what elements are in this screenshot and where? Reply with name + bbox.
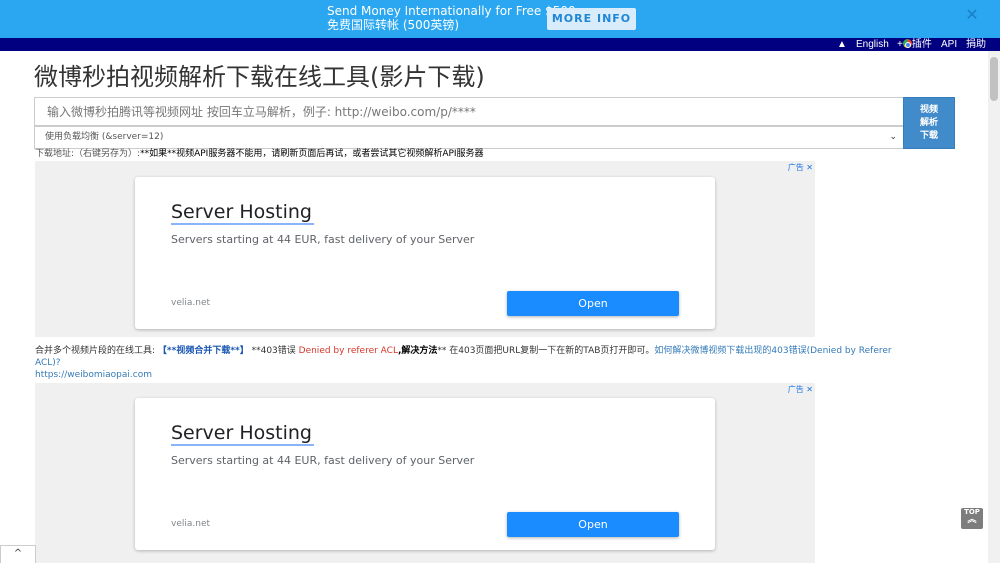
- solution-label: ,解决方法: [397, 346, 438, 356]
- nav-api-link[interactable]: API: [941, 38, 957, 51]
- ad-title-underline: [171, 444, 314, 446]
- nav-english-link[interactable]: English: [856, 38, 889, 51]
- chevron-up-icon: ^: [13, 548, 23, 559]
- bottom-expand-tab[interactable]: ^: [0, 545, 36, 563]
- merge-prefix: 合并多个视频片段的在线工具:: [35, 346, 158, 356]
- promo-line-1: Send Money Internationally for Free $500: [327, 4, 576, 18]
- download-note: **如果**视频API服务器不能用，请刷新页面后再试，或者尝试其它视频解析API…: [140, 149, 484, 159]
- page-title: 微博秒拍视频解析下载在线工具(影片下载): [34, 63, 485, 91]
- nav-extension-label: 插件: [911, 39, 932, 50]
- chrome-icon: [902, 39, 912, 48]
- parse-download-button[interactable]: 视频 解析 下载: [903, 97, 955, 149]
- chevron-down-icon: ⌄: [889, 132, 897, 142]
- page-scrollbar[interactable]: [988, 51, 1000, 563]
- back-to-top-button[interactable]: TOP ︽: [961, 508, 983, 529]
- promo-banner: Send Money Internationally for Free $500…: [0, 0, 1000, 47]
- parse-button-line-2: 解析: [919, 118, 938, 128]
- top-nav-bar: ▲ English + 插件 API 捐助: [0, 38, 1000, 51]
- parse-button-line-3: 下载: [919, 131, 938, 141]
- server-select[interactable]: 使用负载均衡 (&server=12) ⌄: [34, 126, 904, 149]
- ad-open-button[interactable]: Open: [507, 291, 679, 316]
- close-icon[interactable]: ✕: [964, 7, 980, 23]
- site-link[interactable]: https://weibomiaopai.com: [35, 370, 152, 380]
- download-label: 下载地址:（右键另存为）:: [35, 149, 141, 159]
- nav-extension-link[interactable]: + 插件: [897, 38, 932, 51]
- merge-video-link[interactable]: 【**视频合并下载**】: [158, 346, 249, 356]
- ad-choices-icon[interactable]: 广告 ✕: [788, 384, 813, 395]
- scrollbar-thumb[interactable]: [990, 57, 998, 101]
- solution-text: ** 在403页面把URL复制一下在新的TAB页打开即可。: [437, 346, 655, 356]
- ad-card[interactable]: Server Hosting Servers starting at 44 EU…: [135, 177, 715, 329]
- ad-description: Servers starting at 44 EUR, fast deliver…: [171, 454, 475, 467]
- nav-donate-link[interactable]: 捐助: [966, 38, 986, 51]
- ad-domain: velia.net: [171, 519, 211, 529]
- promo-text[interactable]: Send Money Internationally for Free $500…: [327, 4, 576, 32]
- error-403-text: **403错误: [248, 346, 299, 356]
- ad-open-button[interactable]: Open: [507, 512, 679, 537]
- up-arrow-icon[interactable]: ▲: [837, 38, 847, 51]
- merge-info-line: 合并多个视频片段的在线工具: 【**视频合并下载**】 **403错误 Deni…: [35, 345, 915, 381]
- more-info-button[interactable]: MORE INFO ›: [547, 8, 636, 47]
- server-select-value: 使用负载均衡 (&server=12): [45, 132, 164, 142]
- plus-icon: +: [897, 39, 903, 50]
- denied-referer-text: Denied by referer ACL: [298, 346, 398, 356]
- ad-domain: velia.net: [171, 298, 211, 308]
- double-chevron-up-icon: ︽: [967, 515, 977, 525]
- ad-title[interactable]: Server Hosting: [171, 422, 312, 444]
- ad-container: 广告 ✕ Server Hosting Servers starting at …: [35, 161, 815, 337]
- ad-title[interactable]: Server Hosting: [171, 201, 312, 223]
- ad-choices-icon[interactable]: 广告 ✕: [788, 162, 813, 173]
- video-url-input[interactable]: [34, 97, 904, 126]
- promo-line-2: 免费国际转帐 (500英镑): [327, 18, 460, 32]
- download-address-line: 下载地址:（右键另存为）:**如果**视频API服务器不能用，请刷新页面后再试，…: [35, 149, 484, 160]
- ad-card[interactable]: Server Hosting Servers starting at 44 EU…: [135, 398, 715, 550]
- ad-title-underline: [171, 223, 314, 225]
- ad-description: Servers starting at 44 EUR, fast deliver…: [171, 233, 475, 246]
- ad-container: 广告 ✕ Server Hosting Servers starting at …: [35, 383, 815, 563]
- parse-button-line-1: 视频: [919, 105, 938, 115]
